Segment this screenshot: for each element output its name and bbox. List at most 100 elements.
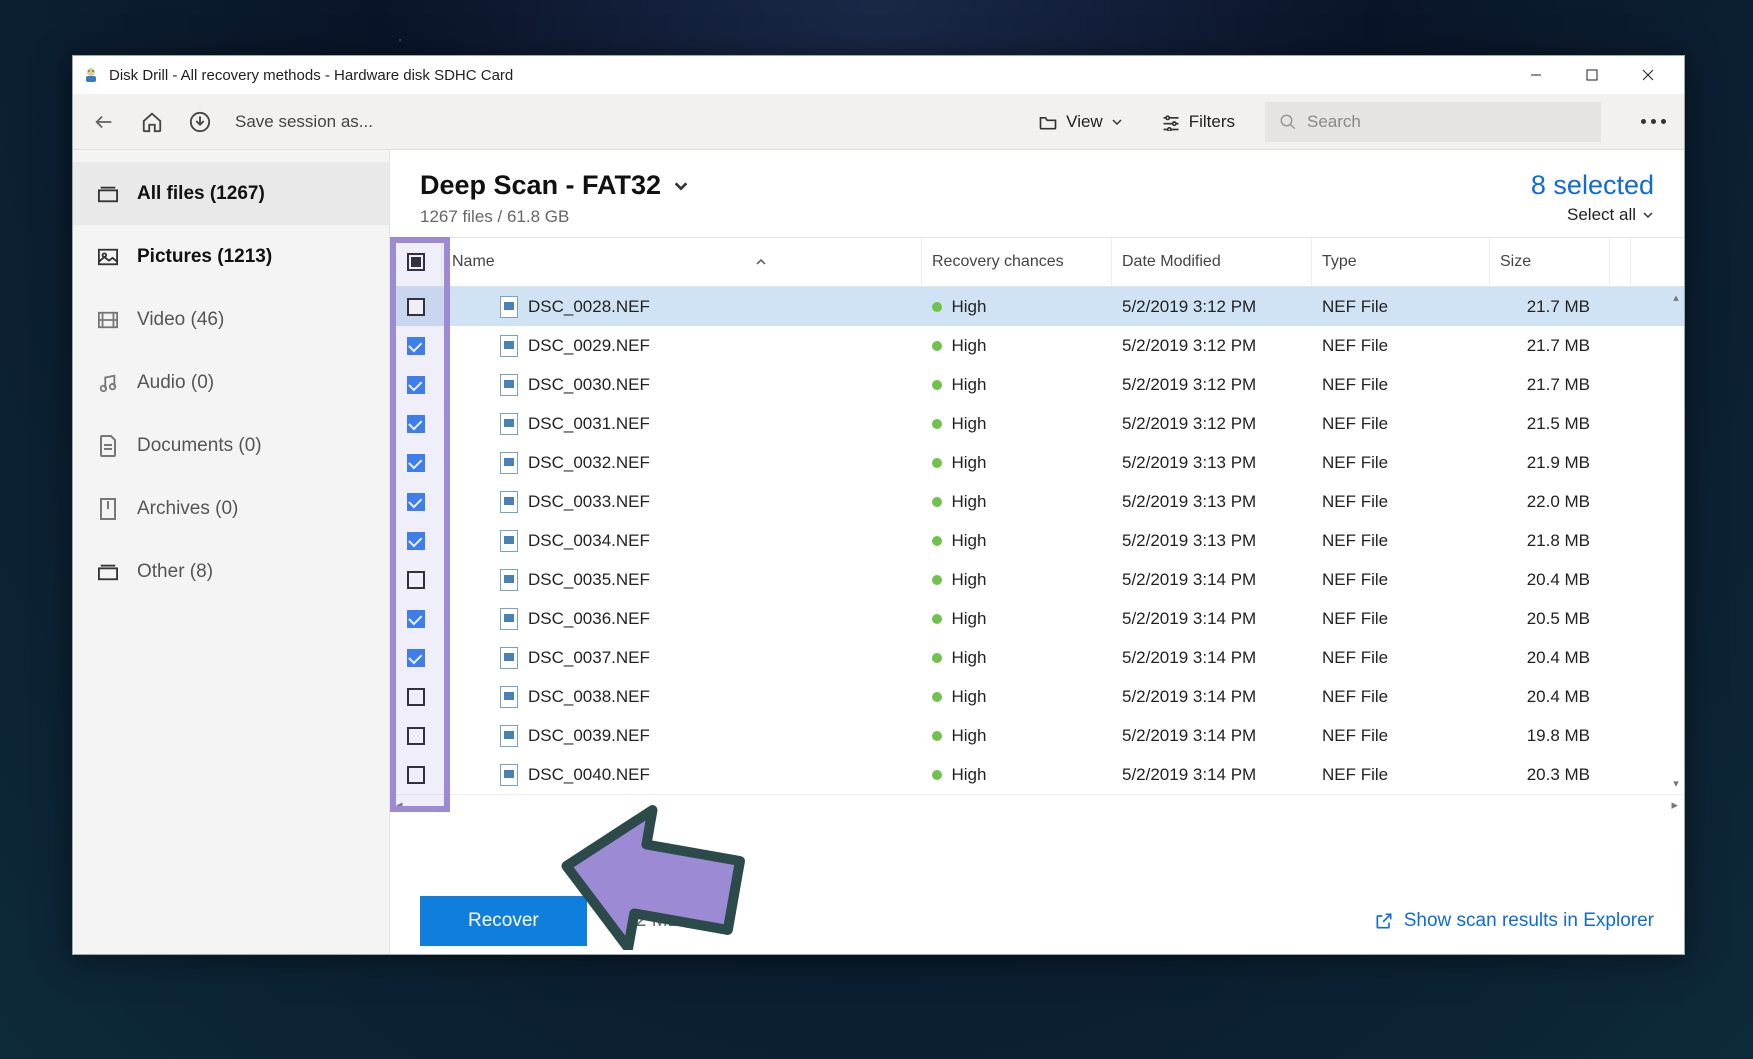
row-checkbox[interactable]	[390, 571, 442, 589]
header-checkbox[interactable]	[390, 238, 442, 286]
stack-icon	[97, 561, 119, 583]
external-link-icon	[1374, 911, 1394, 931]
row-checkbox[interactable]	[390, 766, 442, 784]
cell-recovery: High	[922, 297, 1112, 317]
file-icon	[500, 647, 518, 669]
search-input[interactable]: Search	[1265, 102, 1601, 142]
titlebar: Disk Drill - All recovery methods - Hard…	[73, 56, 1684, 94]
column-modified[interactable]: Date Modified	[1112, 238, 1312, 286]
status-dot-icon	[932, 302, 942, 312]
recover-button[interactable]: Recover	[420, 896, 587, 946]
table-header: Name Recovery chances Date Modified Type…	[390, 237, 1684, 287]
save-session-button[interactable]: Save session as...	[235, 112, 373, 132]
table-row[interactable]: DSC_0040.NEF High5/2/2019 3:14 PMNEF Fil…	[390, 755, 1684, 794]
sidebar-item-documents[interactable]: Documents (0)	[73, 414, 389, 477]
back-button[interactable]	[91, 109, 117, 135]
cell-name: DSC_0036.NEF	[442, 608, 922, 630]
download-icon[interactable]	[187, 109, 213, 135]
table-row[interactable]: DSC_0037.NEF High5/2/2019 3:14 PMNEF Fil…	[390, 638, 1684, 677]
cell-size: 20.5 MB	[1490, 609, 1610, 629]
table-row[interactable]: DSC_0031.NEF High5/2/2019 3:12 PMNEF Fil…	[390, 404, 1684, 443]
cell-recovery: High	[922, 414, 1112, 434]
row-checkbox[interactable]	[390, 610, 442, 628]
table-row[interactable]: DSC_0032.NEF High5/2/2019 3:13 PMNEF Fil…	[390, 443, 1684, 482]
cell-modified: 5/2/2019 3:14 PM	[1112, 765, 1312, 785]
row-checkbox[interactable]	[390, 493, 442, 511]
scroll-up-icon: ▴	[1673, 291, 1679, 304]
scroll-down-icon: ▾	[1673, 777, 1679, 790]
column-name[interactable]: Name	[442, 238, 922, 286]
status-dot-icon	[932, 770, 942, 780]
table-row[interactable]: DSC_0038.NEF High5/2/2019 3:14 PMNEF Fil…	[390, 677, 1684, 716]
cell-size: 19.8 MB	[1490, 726, 1610, 746]
row-checkbox[interactable]	[390, 337, 442, 355]
app-icon	[81, 65, 101, 85]
show-in-explorer-link[interactable]: Show scan results in Explorer	[1374, 910, 1654, 932]
vertical-scrollbar[interactable]: ▴ ▾	[1668, 287, 1684, 794]
table-row[interactable]: DSC_0035.NEF High5/2/2019 3:14 PMNEF Fil…	[390, 560, 1684, 599]
cell-modified: 5/2/2019 3:12 PM	[1112, 375, 1312, 395]
status-dot-icon	[932, 731, 942, 741]
row-checkbox[interactable]	[390, 376, 442, 394]
search-icon	[1279, 113, 1297, 131]
status-dot-icon	[932, 536, 942, 546]
column-size[interactable]: Size	[1490, 238, 1610, 286]
sort-asc-icon	[755, 256, 767, 268]
row-checkbox[interactable]	[390, 298, 442, 316]
cell-recovery: High	[922, 687, 1112, 707]
cell-name: DSC_0037.NEF	[442, 647, 922, 669]
status-dot-icon	[932, 419, 942, 429]
scan-subtitle: 1267 files / 61.8 GB	[420, 207, 689, 227]
video-icon	[97, 309, 119, 331]
row-checkbox[interactable]	[390, 415, 442, 433]
sidebar: All files (1267) Pictures (1213) Video (…	[73, 150, 390, 954]
row-checkbox[interactable]	[390, 532, 442, 550]
cell-type: NEF File	[1312, 414, 1490, 434]
chevron-down-icon	[1642, 209, 1654, 221]
row-checkbox[interactable]	[390, 454, 442, 472]
cell-recovery: High	[922, 570, 1112, 590]
sidebar-item-all-files[interactable]: All files (1267)	[73, 162, 389, 225]
maximize-button[interactable]	[1564, 56, 1620, 94]
file-icon	[500, 491, 518, 513]
file-icon	[500, 530, 518, 552]
file-icon	[500, 374, 518, 396]
file-icon	[500, 335, 518, 357]
close-button[interactable]	[1620, 56, 1676, 94]
cell-type: NEF File	[1312, 531, 1490, 551]
sidebar-item-audio[interactable]: Audio (0)	[73, 351, 389, 414]
cell-modified: 5/2/2019 3:13 PM	[1112, 453, 1312, 473]
cell-modified: 5/2/2019 3:13 PM	[1112, 531, 1312, 551]
table-row[interactable]: DSC_0028.NEF High5/2/2019 3:12 PMNEF Fil…	[390, 287, 1684, 326]
sidebar-item-other[interactable]: Other (8)	[73, 540, 389, 603]
row-checkbox[interactable]	[390, 649, 442, 667]
cell-type: NEF File	[1312, 570, 1490, 590]
cell-modified: 5/2/2019 3:14 PM	[1112, 570, 1312, 590]
table-row[interactable]: DSC_0030.NEF High5/2/2019 3:12 PMNEF Fil…	[390, 365, 1684, 404]
home-button[interactable]	[139, 109, 165, 135]
filters-button[interactable]: Filters	[1153, 108, 1243, 136]
column-type[interactable]: Type	[1312, 238, 1490, 286]
sidebar-item-video[interactable]: Video (46)	[73, 288, 389, 351]
table-row[interactable]: DSC_0039.NEF High5/2/2019 3:14 PMNEF Fil…	[390, 716, 1684, 755]
folder-icon	[1038, 113, 1058, 131]
sidebar-item-label: Audio (0)	[137, 372, 214, 394]
sidebar-item-archives[interactable]: Archives (0)	[73, 477, 389, 540]
table-row[interactable]: DSC_0033.NEF High5/2/2019 3:13 PMNEF Fil…	[390, 482, 1684, 521]
scan-title[interactable]: Deep Scan - FAT32	[420, 170, 689, 201]
horizontal-scrollbar[interactable]: ◂ ▸	[390, 794, 1684, 814]
chevron-down-icon	[1111, 116, 1123, 128]
more-menu[interactable]	[1641, 119, 1666, 124]
sidebar-item-pictures[interactable]: Pictures (1213)	[73, 225, 389, 288]
file-icon	[500, 725, 518, 747]
row-checkbox[interactable]	[390, 688, 442, 706]
table-row[interactable]: DSC_0029.NEF High5/2/2019 3:12 PMNEF Fil…	[390, 326, 1684, 365]
row-checkbox[interactable]	[390, 727, 442, 745]
column-recovery[interactable]: Recovery chances	[922, 238, 1112, 286]
table-row[interactable]: DSC_0036.NEF High5/2/2019 3:14 PMNEF Fil…	[390, 599, 1684, 638]
table-row[interactable]: DSC_0034.NEF High5/2/2019 3:13 PMNEF Fil…	[390, 521, 1684, 560]
cell-type: NEF File	[1312, 297, 1490, 317]
select-all-button[interactable]: Select all	[1531, 205, 1654, 225]
view-menu[interactable]: View	[1030, 108, 1131, 136]
minimize-button[interactable]	[1508, 56, 1564, 94]
